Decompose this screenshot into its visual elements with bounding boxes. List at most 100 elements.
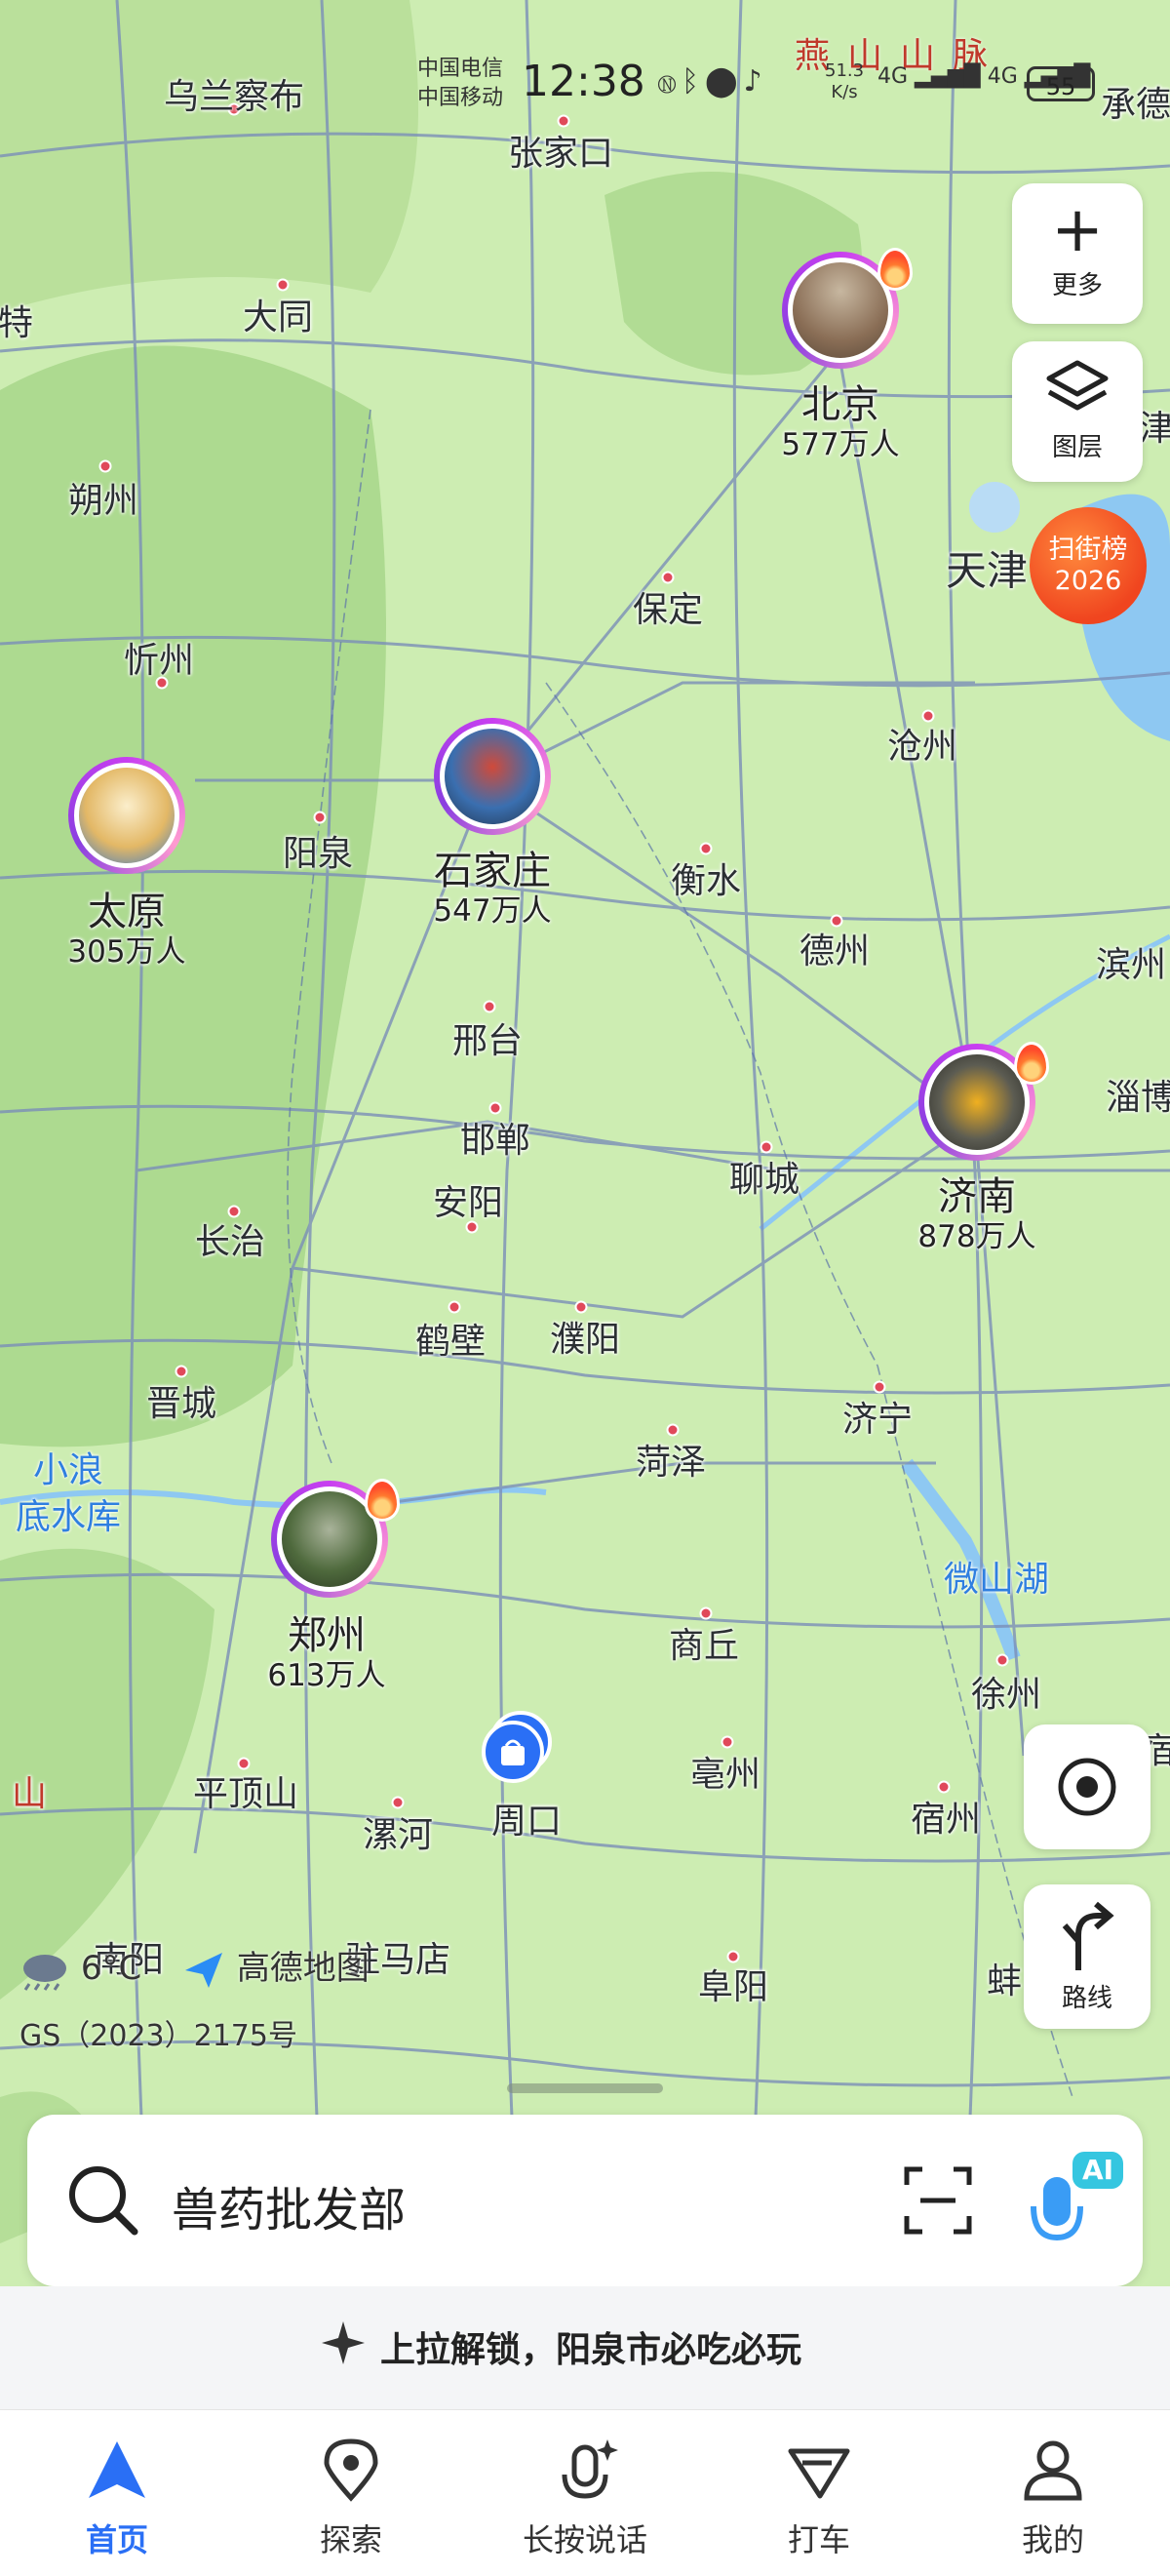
city-label-partial-jin[interactable]: 津 xyxy=(1139,400,1170,451)
nav-label: 打车 xyxy=(787,2521,850,2558)
weather-cloud-icon xyxy=(23,1954,66,1991)
city-population: 878万人 xyxy=(917,1219,1036,1254)
signal-bars-icon: ▂▄▆█ xyxy=(915,64,981,89)
nav-explore[interactable]: 探索 xyxy=(273,2437,429,2560)
map-license: GS（2023）2175号 xyxy=(20,2019,297,2053)
hot-flame-icon xyxy=(365,1479,400,1522)
city-photo-bubble-taiyuan[interactable] xyxy=(68,757,185,874)
network-type-1: 4G xyxy=(878,64,909,89)
city-label-pingdingshan[interactable]: 平顶山 xyxy=(193,1765,298,1816)
ai-badge: AI xyxy=(1082,2154,1114,2186)
status-icons: Ⓝᛒ⬤♪ xyxy=(658,64,768,99)
layers-label: 图层 xyxy=(1051,433,1103,462)
city-label-yangquan[interactable]: 阳泉 xyxy=(283,825,353,876)
city-label-jining[interactable]: 济宁 xyxy=(842,1391,913,1442)
city-label-hebi[interactable]: 鹤壁 xyxy=(415,1313,486,1364)
city-stat-shijiazhuang[interactable]: 石家庄 547万人 xyxy=(433,849,551,929)
city-label-puyang[interactable]: 濮阳 xyxy=(550,1311,620,1362)
nav-profile[interactable]: 我的 xyxy=(975,2437,1131,2560)
city-label-xinzhou[interactable]: 忻州 xyxy=(124,632,194,683)
speed-unit: K/s xyxy=(831,82,858,102)
city-label-hengshui[interactable]: 衡水 xyxy=(671,852,741,903)
city-label-binzhou[interactable]: 滨州 xyxy=(1096,936,1166,987)
nav-label: 探索 xyxy=(319,2521,382,2558)
map-footer: 6°C 高德地图 xyxy=(20,1941,370,1992)
battery-indicator: 55 xyxy=(1027,66,1095,101)
city-label-cangzhou[interactable]: 沧州 xyxy=(887,718,957,769)
status-bar: 中国电信 中国移动 12:38 Ⓝᛒ⬤♪ 51.3 K/s 4G ▂▄▆█ 4G… xyxy=(0,0,1170,146)
city-population: 547万人 xyxy=(433,893,552,929)
city-label-bozhou[interactable]: 亳州 xyxy=(690,1746,760,1797)
location-pin-icon xyxy=(324,2438,378,2502)
layers-button[interactable]: 图层 xyxy=(1012,341,1143,482)
weather-temperature: 6°C xyxy=(80,1949,142,1988)
city-label-luohe[interactable]: 漯河 xyxy=(363,1806,433,1857)
shopping-bag-pin-icon[interactable] xyxy=(476,1709,554,1797)
voice-microphone-icon xyxy=(562,2439,618,2499)
nav-voice[interactable]: 长按说话 xyxy=(507,2437,663,2560)
water-label-weishan-lake: 微山湖 xyxy=(943,1560,1050,1600)
route-button[interactable]: 路线 xyxy=(1024,1884,1150,2029)
city-label-jincheng[interactable]: 晋城 xyxy=(146,1375,216,1426)
city-label-baoding[interactable]: 保定 xyxy=(633,581,703,632)
city-label-partial-bang[interactable]: 蚌 xyxy=(987,1953,1022,2003)
ai-voice-button[interactable]: AI xyxy=(1022,2148,1129,2255)
city-name: 石家庄 xyxy=(433,849,551,893)
city-label-fuyang[interactable]: 阜阳 xyxy=(698,1959,768,2009)
city-photo-bubble-shijiazhuang[interactable] xyxy=(434,718,551,835)
locate-me-button[interactable] xyxy=(1024,1724,1150,1849)
nav-home[interactable]: 首页 xyxy=(39,2437,195,2560)
nav-label: 首页 xyxy=(85,2521,148,2558)
target-location-icon xyxy=(1058,1758,1116,1816)
city-label-tianjin[interactable]: 天津 xyxy=(946,538,1028,598)
nfc-icon: Ⓝ xyxy=(658,64,682,99)
city-dot xyxy=(313,811,327,824)
hot-flame-icon xyxy=(878,248,913,291)
microphone-icon: ♪ xyxy=(743,64,768,99)
city-label-xuzhou[interactable]: 徐州 xyxy=(971,1666,1041,1717)
bluetooth-icon: ᛒ xyxy=(682,64,705,99)
carrier-2: 中国移动 xyxy=(417,86,504,110)
search-bar[interactable]: 兽药批发部 AI xyxy=(27,2115,1143,2286)
city-label-changzhi[interactable]: 长治 xyxy=(195,1213,265,1264)
route-label: 路线 xyxy=(1061,1984,1112,2013)
nav-taxi[interactable]: 打车 xyxy=(741,2437,897,2560)
city-label-partial-te[interactable]: 特 xyxy=(0,295,33,345)
city-label-heze[interactable]: 菏泽 xyxy=(636,1434,706,1485)
city-label-zibo[interactable]: 淄博 xyxy=(1106,1069,1170,1120)
city-name: 济南 xyxy=(937,1174,1016,1219)
city-label-xingtai[interactable]: 邢台 xyxy=(452,1012,523,1063)
city-label-liaocheng[interactable]: 聊城 xyxy=(729,1151,800,1202)
location-pin-icon: ⬤ xyxy=(705,64,744,99)
city-name: 北京 xyxy=(800,382,879,427)
city-label-handan[interactable]: 邯郸 xyxy=(460,1112,530,1163)
city-label-anyang[interactable]: 安阳 xyxy=(433,1174,503,1225)
nav-label: 长按说话 xyxy=(522,2521,647,2558)
city-stat-zhengzhou[interactable]: 郑州 613万人 xyxy=(267,1613,385,1693)
ranking-badge[interactable]: 扫街榜 2026 xyxy=(1030,507,1147,624)
city-label-suzhou[interactable]: 宿州 xyxy=(911,1791,981,1842)
city-dot xyxy=(483,1000,496,1013)
pull-up-promo[interactable]: 上拉解锁，阳泉市必吃必玩 xyxy=(0,2286,1170,2409)
amap-logo-icon xyxy=(185,1952,222,1988)
water-label-xiaolangdi-1: 小浪 xyxy=(32,1450,104,1490)
plus-icon: + xyxy=(1051,194,1104,266)
city-label-shuozhou[interactable]: 朔州 xyxy=(68,472,138,523)
more-button[interactable]: + 更多 xyxy=(1012,183,1143,324)
city-label-shangqiu[interactable]: 商丘 xyxy=(669,1617,739,1668)
map-canvas[interactable]: 燕山山脉 乌兰察布 张家口 承德 大同 特 朔州 保定 天津 津 忻州 沧州 阳… xyxy=(0,0,1170,2410)
drag-handle[interactable] xyxy=(507,2083,663,2093)
city-stat-taiyuan[interactable]: 太原 305万人 xyxy=(67,890,185,970)
more-label: 更多 xyxy=(1051,271,1103,300)
city-stat-beijing[interactable]: 北京 577万人 xyxy=(781,382,899,462)
search-input[interactable]: 兽药批发部 xyxy=(172,2171,406,2239)
city-label-dezhou[interactable]: 德州 xyxy=(800,923,870,973)
scan-icon[interactable] xyxy=(901,2163,975,2238)
route-turn-icon xyxy=(1062,1901,1114,1970)
city-label-zhoukou[interactable]: 周口 xyxy=(491,1793,562,1843)
city-stat-jinan[interactable]: 济南 878万人 xyxy=(917,1174,1035,1254)
city-label-datong[interactable]: 大同 xyxy=(243,289,313,339)
carrier-names: 中国电信 中国移动 xyxy=(417,55,503,113)
city-dot xyxy=(98,459,112,473)
city-name: 太原 xyxy=(87,890,166,934)
